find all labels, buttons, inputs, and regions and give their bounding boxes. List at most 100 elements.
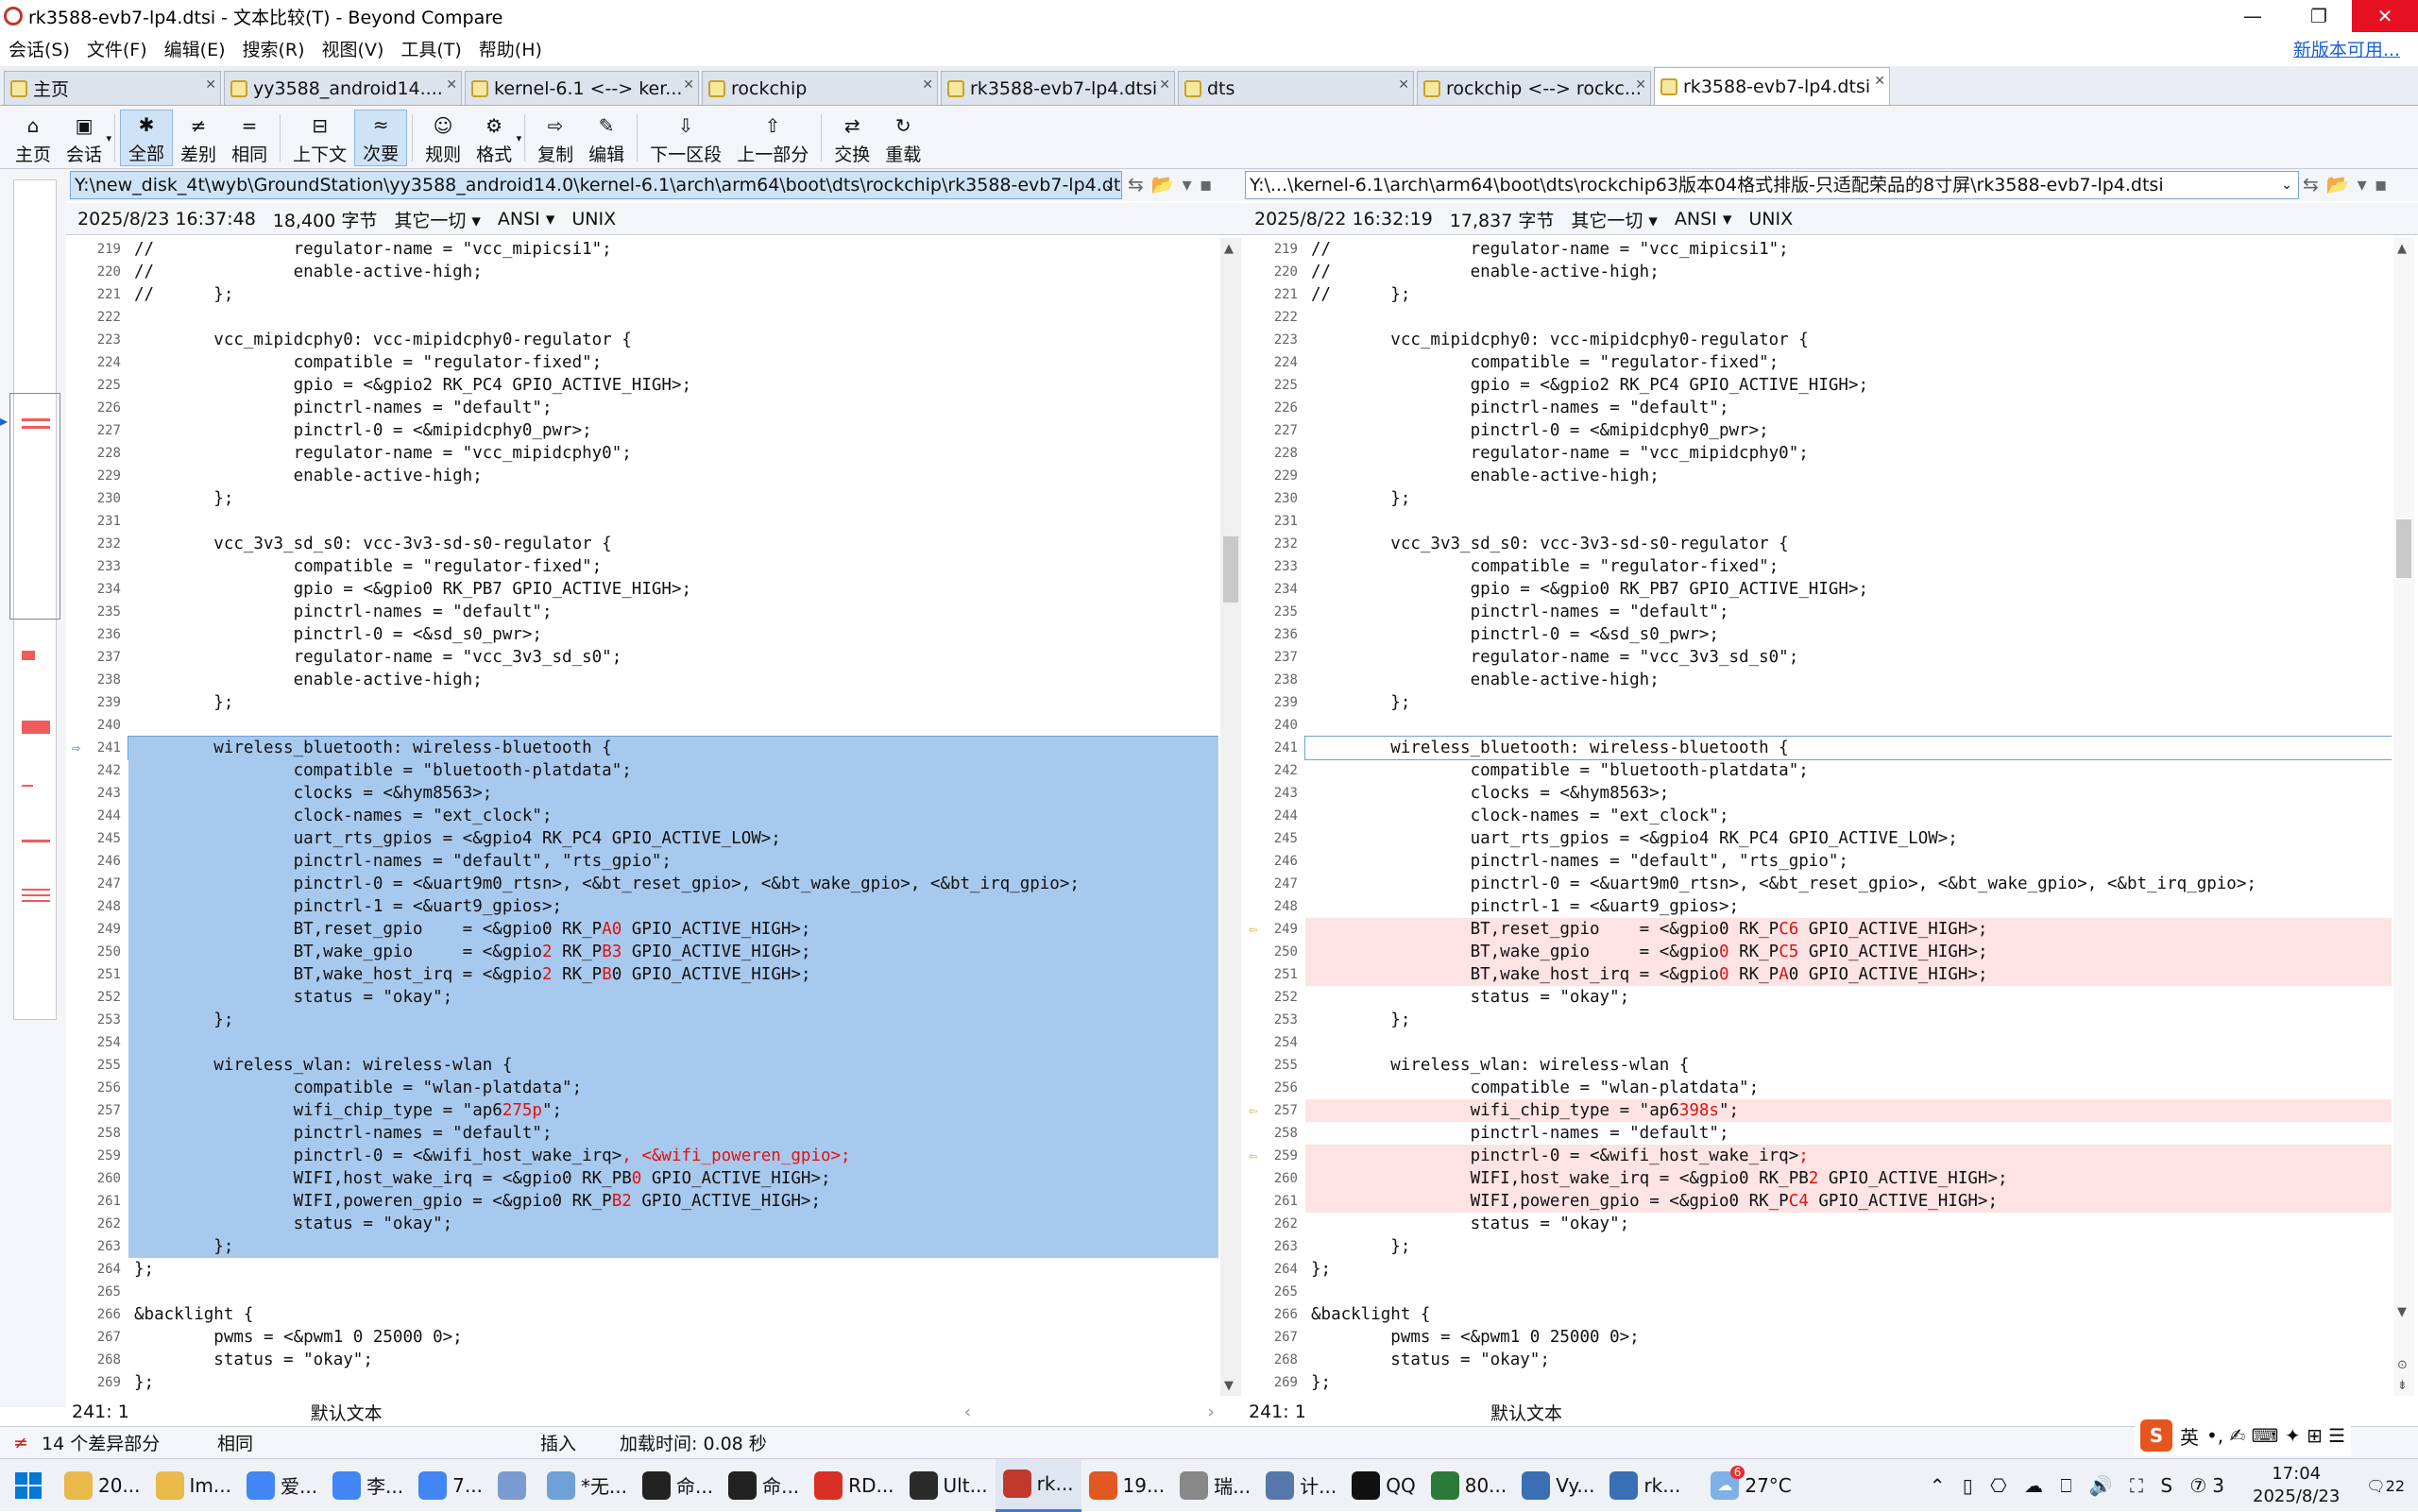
taskbar-app-16[interactable]: 80... bbox=[1423, 1459, 1515, 1512]
code-line[interactable]: 223 vcc_mipidcphy0: vcc-mipidcphy0-regul… bbox=[68, 329, 1218, 351]
code-line[interactable]: 225 gpio = <&gpio2 RK_PC4 GPIO_ACTIVE_HI… bbox=[1245, 374, 2392, 397]
code-line[interactable]: 255 wireless_wlan: wireless-wlan { bbox=[68, 1054, 1218, 1077]
code-line[interactable]: 228 regulator-name = "vcc_mipidcphy0"; bbox=[1245, 442, 2392, 465]
code-line[interactable]: 256 compatible = "wlan-platdata"; bbox=[68, 1077, 1218, 1099]
toolbar-context-button[interactable]: ⊟ 上下文 bbox=[285, 110, 354, 166]
code-line[interactable]: 229 enable-active-high; bbox=[68, 465, 1218, 487]
code-line[interactable]: 245 uart_rts_gpios = <&gpio4 RK_PC4 GPIO… bbox=[1245, 827, 2392, 850]
right-encoding-dropdown[interactable]: ANSI ▾ bbox=[1675, 209, 1731, 229]
taskbar-app-8[interactable]: 命... bbox=[721, 1459, 807, 1512]
code-line[interactable]: 232 vcc_3v3_sd_s0: vcc-3v3-sd-s0-regulat… bbox=[1245, 533, 2392, 555]
code-line[interactable]: 266 &backlight { bbox=[68, 1303, 1218, 1326]
scroll-down-icon[interactable]: ▼ bbox=[1224, 1379, 1234, 1393]
code-line[interactable]: 220 // enable-active-high; bbox=[1245, 261, 2392, 283]
right-eol[interactable]: UNIX bbox=[1748, 209, 1793, 229]
tab-1[interactable]: yy3588_android14.... ✕ bbox=[224, 71, 462, 105]
tray-icons[interactable]: ⌃ ▯ ⎔ ☁ ⎕ 🔊 ⛶ S ⑦3 bbox=[1920, 1474, 2239, 1497]
last-diff-icon[interactable]: ⇟ bbox=[2397, 1379, 2408, 1393]
code-line[interactable]: 257 ⇦ wifi_chip_type = "ap6398s"; bbox=[1245, 1099, 2392, 1122]
code-line[interactable]: 251 BT,wake_host_irq = <&gpio2 RK_PB0 GP… bbox=[68, 963, 1218, 986]
code-line[interactable]: 233 compatible = "regulator-fixed"; bbox=[1245, 555, 2392, 578]
code-line[interactable]: 240 bbox=[68, 714, 1218, 737]
code-line[interactable]: 260 WIFI,host_wake_irq = <&gpio0 RK_PB2 … bbox=[1245, 1167, 2392, 1190]
code-line[interactable]: 261 WIFI,poweren_gpio = <&gpio0 RK_PC4 G… bbox=[1245, 1190, 2392, 1213]
menu-view[interactable]: 视图(V) bbox=[314, 36, 393, 61]
copy-left-arrow-icon[interactable]: ⇦ bbox=[1249, 1145, 1257, 1167]
code-line[interactable]: 251 BT,wake_host_irq = <&gpio0 RK_PA0 GP… bbox=[1245, 963, 2392, 986]
code-line[interactable]: 259 ⇦ pinctrl-0 = <&wifi_host_wake_irq>; bbox=[1245, 1145, 2392, 1167]
toolbar-edit-button[interactable]: ✎ 编辑 bbox=[581, 110, 632, 166]
code-line[interactable]: 259 pinctrl-0 = <&wifi_host_wake_irq>, <… bbox=[68, 1145, 1218, 1167]
next-diff-icon[interactable]: ⊙ bbox=[2397, 1358, 2408, 1372]
chevron-down-icon[interactable]: ▾ bbox=[517, 132, 522, 144]
right-path-input[interactable]: Y:\...\kernel-6.1\arch\arm64\boot\dts\ro… bbox=[1245, 171, 2299, 199]
code-line[interactable]: 242 compatible = "bluetooth-platdata"; bbox=[1245, 759, 2392, 782]
open-folder-icon[interactable]: 📂 bbox=[1151, 173, 1183, 195]
toolbar-same-button[interactable]: = 相同 bbox=[224, 110, 275, 166]
taskbar-app-3[interactable]: 李... bbox=[325, 1459, 411, 1512]
code-line[interactable]: 230 }; bbox=[68, 487, 1218, 510]
close-tab-icon[interactable]: ✕ bbox=[922, 77, 933, 93]
taskbar-app-17[interactable]: Vy... bbox=[1514, 1459, 1602, 1512]
code-line[interactable]: 235 pinctrl-names = "default"; bbox=[1245, 601, 2392, 623]
right-other-dropdown[interactable]: 其它一切 ▾ bbox=[1571, 207, 1658, 232]
left-encoding-dropdown[interactable]: ANSI ▾ bbox=[498, 209, 554, 229]
code-line[interactable]: 220 // enable-active-high; bbox=[68, 261, 1218, 283]
scroll-up-icon[interactable]: ▲ bbox=[2397, 242, 2407, 256]
code-line[interactable]: 224 compatible = "regulator-fixed"; bbox=[1245, 351, 2392, 374]
difference-overview[interactable]: ▸ bbox=[0, 179, 66, 1407]
left-other-dropdown[interactable]: 其它一切 ▾ bbox=[394, 207, 481, 232]
code-line[interactable]: 250 BT,wake_gpio = <&gpio2 RK_PB3 GPIO_A… bbox=[68, 941, 1218, 963]
clock[interactable]: 17:04 2025/8/23 bbox=[2239, 1463, 2353, 1508]
code-line[interactable]: 245 uart_rts_gpios = <&gpio4 RK_PC4 GPIO… bbox=[68, 827, 1218, 850]
code-line[interactable]: 238 enable-active-high; bbox=[1245, 669, 2392, 691]
taskbar-app-12[interactable]: 19... bbox=[1081, 1459, 1173, 1512]
code-line[interactable]: 254 bbox=[68, 1031, 1218, 1054]
taskbar-app-5[interactable] bbox=[490, 1459, 539, 1512]
toolbar-diffs-button[interactable]: ≠ 差别 bbox=[173, 110, 224, 166]
code-line[interactable]: 243 clocks = <&hym8563>; bbox=[1245, 782, 2392, 805]
new-version-link[interactable]: 新版本可用... bbox=[2285, 36, 2409, 61]
code-line[interactable]: 247 pinctrl-0 = <&uart9m0_rtsn>, <&bt_re… bbox=[68, 873, 1218, 895]
left-path-input[interactable]: Y:\new_disk_4t\wyb\GroundStation\yy3588_… bbox=[70, 171, 1122, 199]
code-line[interactable]: 258 pinctrl-names = "default"; bbox=[1245, 1122, 2392, 1145]
toolbar-copy-button[interactable]: ⇨ 复制 bbox=[530, 110, 581, 166]
code-line[interactable]: 243 clocks = <&hym8563>; bbox=[68, 782, 1218, 805]
code-line[interactable]: 219 // regulator-name = "vcc_mipicsi1"; bbox=[68, 238, 1218, 261]
code-line[interactable]: 227 pinctrl-0 = <&mipidcphy0_pwr>; bbox=[1245, 419, 2392, 442]
ime-language[interactable]: 英 bbox=[2180, 1422, 2199, 1450]
toolbar-home-button[interactable]: ⌂ 主页 bbox=[8, 110, 59, 166]
ime-toolbar[interactable]: S 英 •, ✍ ⌨ ✦ ⊞ ☰ bbox=[2135, 1415, 2352, 1456]
tab-6[interactable]: rockchip <--> rockc... ✕ bbox=[1417, 71, 1651, 105]
close-tab-icon[interactable]: ✕ bbox=[683, 77, 694, 93]
close-button[interactable]: ✕ bbox=[2352, 0, 2418, 32]
toolbar-prev-section-button[interactable]: ⇧ 上一部分 bbox=[729, 110, 816, 166]
close-tab-icon[interactable]: ✕ bbox=[1635, 77, 1646, 93]
toolbar-format-button[interactable]: ⚙ 格式 ▾ bbox=[468, 110, 522, 166]
chevron-down-icon[interactable]: ⌄ bbox=[2281, 172, 2292, 198]
toolbar-session-button[interactable]: ▣ 会话 ▾ bbox=[59, 110, 111, 166]
scroll-up-icon[interactable]: ▲ bbox=[1224, 242, 1234, 256]
code-line[interactable]: 253 }; bbox=[1245, 1009, 2392, 1031]
code-line[interactable]: 239 }; bbox=[1245, 691, 2392, 714]
tab-7[interactable]: rk3588-evb7-lp4.dtsi ✕ bbox=[1654, 67, 1890, 105]
code-line[interactable]: 233 compatible = "regulator-fixed"; bbox=[68, 555, 1218, 578]
code-line[interactable]: 248 pinctrl-1 = <&uart9_gpios>; bbox=[68, 895, 1218, 918]
code-line[interactable]: 263 }; bbox=[68, 1235, 1218, 1258]
menu-edit[interactable]: 编辑(E) bbox=[156, 36, 234, 61]
scroll-thumb[interactable] bbox=[2396, 519, 2411, 578]
code-line[interactable]: 232 vcc_3v3_sd_s0: vcc-3v3-sd-s0-regulat… bbox=[68, 533, 1218, 555]
chevron-down-icon[interactable]: ▾ bbox=[2358, 173, 2375, 195]
chevron-down-icon[interactable]: ⌄ bbox=[1104, 172, 1115, 198]
taskbar-app-4[interactable]: 7... bbox=[411, 1459, 490, 1512]
taskbar-app-14[interactable]: 计... bbox=[1258, 1459, 1344, 1512]
menu-help[interactable]: 帮助(H) bbox=[470, 36, 551, 61]
code-line[interactable]: 269}; bbox=[68, 1371, 1218, 1394]
toolbar-all-button[interactable]: ✱ 全部 bbox=[120, 109, 174, 166]
toolbar-next-section-button[interactable]: ⇩ 下一区段 bbox=[642, 110, 729, 166]
code-line[interactable]: 267 pwms = <&pwm1 0 25000 0>; bbox=[68, 1326, 1218, 1349]
code-line[interactable]: 267 pwms = <&pwm1 0 25000 0>; bbox=[1245, 1326, 2392, 1349]
code-line[interactable]: 250 BT,wake_gpio = <&gpio0 RK_PC5 GPIO_A… bbox=[1245, 941, 2392, 963]
code-line[interactable]: 261 WIFI,poweren_gpio = <&gpio0 RK_PB2 G… bbox=[68, 1190, 1218, 1213]
copy-left-arrow-icon[interactable]: ⇦ bbox=[1249, 1099, 1257, 1122]
